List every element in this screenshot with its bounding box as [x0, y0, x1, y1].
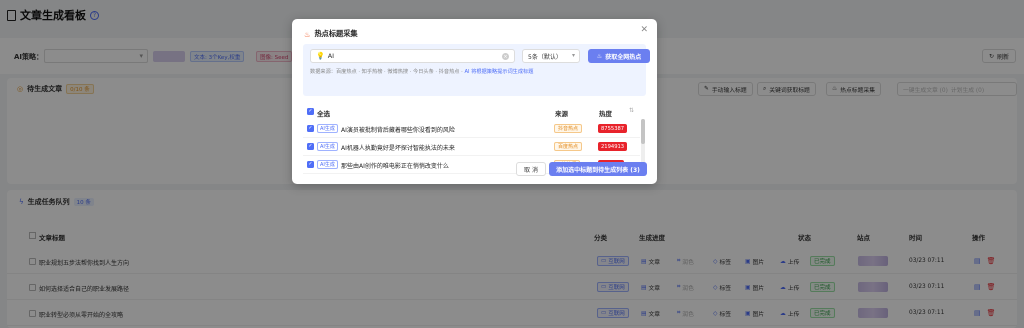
heat-badge: 2194913 [598, 142, 628, 151]
ai-tag: AI生成 [317, 142, 338, 151]
hot-title-text: AI机器人执勤竟好是坏探讨智能执法的未来 [341, 145, 455, 152]
modal-scrollbar[interactable] [641, 119, 645, 164]
clear-icon[interactable]: × [502, 53, 509, 60]
bulb-icon: 💡 [316, 52, 325, 60]
select-all-label: 全选 [317, 110, 330, 118]
heat-badge: 8755387 [598, 124, 628, 133]
source-line: 数据来源：百度热点 · 知乎热榜 · 微博热搜 · 今日头条 · 抖音热点 · … [310, 68, 533, 75]
source-text: 数据来源：百度热点 · 知乎热榜 · 微博热搜 · 今日头条 · 抖音热点 · [310, 69, 463, 75]
scroll-thumb[interactable] [641, 119, 645, 144]
source-header: 来源 [555, 110, 568, 118]
sort-icon[interactable]: ⇅ [629, 107, 634, 114]
cancel-label: 取 消 [524, 166, 538, 174]
source-hint: AI 将根据策略提示词生成标题 [464, 69, 534, 75]
select-all-checkbox[interactable]: ✓ [307, 108, 314, 115]
row-checkbox[interactable]: ✓ [307, 125, 314, 132]
keyword-input[interactable]: 💡 AI × [310, 49, 515, 63]
row-checkbox[interactable]: ✓ [307, 161, 314, 168]
modal-header: ♨ 热点标题采集 [304, 29, 358, 39]
source-badge: 抖音热点 [554, 124, 583, 133]
hot-title-text: 那些由AI创作的唯电影正在悄悄改变什么 [341, 163, 449, 170]
fetch-label: 获取全网热点 [605, 53, 642, 61]
hot-title-modal: ♨ 热点标题采集 ✕ 💡 AI × 5条（默认） ♨获取全网热点 数据来源：百度… [292, 19, 657, 184]
close-icon[interactable]: ✕ [640, 25, 648, 35]
hot-title-row[interactable]: ✓ AI生成 AI演员被批制背后藏着哪些你没看到的风险 抖音热点 8755387 [303, 120, 640, 138]
count-select[interactable]: 5条（默认） [522, 49, 580, 63]
ai-tag: AI生成 [317, 124, 338, 133]
search-area: 💡 AI × 5条（默认） ♨获取全网热点 数据来源：百度热点 · 知乎热榜 ·… [303, 44, 650, 96]
ai-tag: AI生成 [317, 160, 338, 169]
row-checkbox[interactable]: ✓ [307, 143, 314, 150]
cancel-button[interactable]: 取 消 [516, 162, 546, 176]
page-root: 文章生成看板 ? AI策略： 文本: 3个Key,权重 图像: Seed ↻刷新… [0, 0, 1024, 328]
source-badge: 百度热点 [554, 142, 583, 151]
confirm-label: 添加选中标题到待生成列表 (3) [556, 166, 640, 174]
hot-title-row[interactable]: ✓ AI生成 AI机器人执勤竟好是坏探讨智能执法的未来 百度热点 2194913 [303, 138, 640, 156]
modal-table-header: ✓ 全选 来源 热度 ⇅ [303, 105, 646, 118]
keyword-value: AI [327, 52, 335, 60]
flame-icon: ♨ [304, 29, 311, 39]
modal-title: 热点标题采集 [314, 29, 358, 38]
count-value: 5条（默认） [528, 53, 562, 61]
heat-header: 热度 [599, 110, 612, 118]
flame-icon: ♨ [596, 52, 603, 60]
fetch-hot-button[interactable]: ♨ 获取全网热点 [588, 49, 650, 63]
add-selected-button[interactable]: 添加选中标题到待生成列表 (3) [549, 162, 647, 176]
hot-title-text: AI演员被批制背后藏着哪些你没看到的风险 [341, 127, 455, 134]
